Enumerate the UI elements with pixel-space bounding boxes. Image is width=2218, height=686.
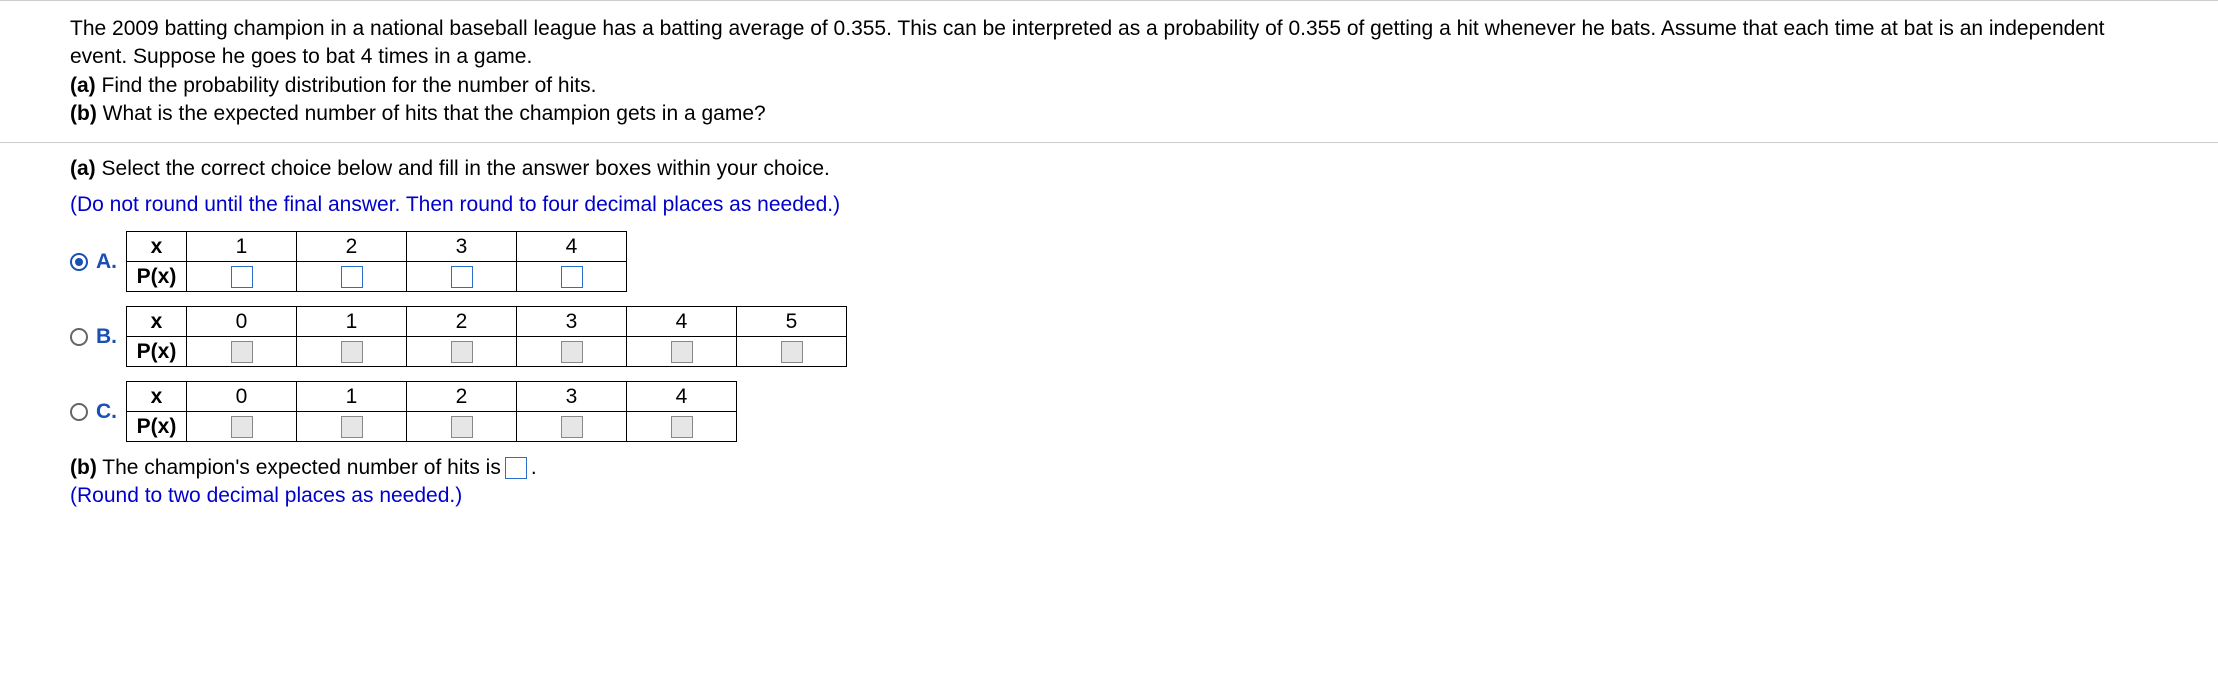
part-b-after: . — [531, 456, 537, 480]
x-value-cell: 2 — [407, 307, 517, 337]
radio-option-b[interactable]: B. — [70, 325, 126, 349]
x-value-cell: 1 — [297, 307, 407, 337]
distribution-table-c: x01234 P(x) — [126, 381, 737, 442]
probability-input — [561, 416, 583, 438]
px-input-cell — [297, 412, 407, 442]
question-intro: The 2009 batting champion in a national … — [70, 17, 2105, 68]
part-b-before: The champion's expected number of hits i… — [97, 456, 501, 479]
choice-row-c: C. x01234 P(x) — [70, 381, 2148, 442]
choice-letter: C. — [96, 400, 117, 424]
px-input-cell — [407, 412, 517, 442]
question-block: The 2009 batting champion in a national … — [70, 15, 2148, 128]
x-value-cell: 4 — [627, 382, 737, 412]
part-a-answer-label: (a) — [70, 157, 96, 180]
radio-dot-icon — [75, 258, 83, 266]
px-row-header: P(x) — [127, 337, 187, 367]
x-row-header: x — [127, 307, 187, 337]
px-input-cell — [737, 337, 847, 367]
probability-input — [231, 341, 253, 363]
x-value-cell: 0 — [187, 382, 297, 412]
part-b-desc: What is the expected number of hits that… — [97, 102, 766, 125]
px-input-cell — [407, 337, 517, 367]
px-input-cell — [187, 337, 297, 367]
probability-input — [781, 341, 803, 363]
part-b-bold: (b) — [70, 102, 97, 125]
x-row-header: x — [127, 382, 187, 412]
choice-row-b: B. x012345 P(x) — [70, 306, 2148, 367]
px-row-header: P(x) — [127, 412, 187, 442]
px-input-cell — [187, 262, 297, 292]
question-section: The 2009 batting champion in a national … — [0, 0, 2218, 142]
radio-option-c[interactable]: C. — [70, 400, 126, 424]
x-value-cell: 4 — [627, 307, 737, 337]
probability-input[interactable] — [561, 266, 583, 288]
px-input-cell — [297, 337, 407, 367]
x-row-header: x — [127, 232, 187, 262]
radio-circle-icon — [70, 253, 88, 271]
part-b-answer: (b) The champion's expected number of hi… — [70, 456, 2148, 480]
x-value-cell: 4 — [517, 232, 627, 262]
part-a-answer-text: Select the correct choice below and fill… — [96, 157, 830, 180]
part-a-header: (a) Select the correct choice below and … — [70, 157, 2148, 181]
probability-input[interactable] — [231, 266, 253, 288]
radio-circle-icon — [70, 328, 88, 346]
distribution-table-a: x1234 P(x) — [126, 231, 627, 292]
x-value-cell: 3 — [517, 307, 627, 337]
px-input-cell — [627, 412, 737, 442]
px-input-cell — [407, 262, 517, 292]
probability-input — [341, 341, 363, 363]
part-a-desc: Find the probability distribution for th… — [96, 74, 597, 97]
choice-row-a: A. x1234 P(x) — [70, 231, 2148, 292]
x-value-cell: 1 — [297, 382, 407, 412]
x-value-cell: 1 — [187, 232, 297, 262]
px-input-cell — [187, 412, 297, 442]
part-a-bold: (a) — [70, 74, 96, 97]
answer-section: (a) Select the correct choice below and … — [0, 142, 2218, 522]
probability-input — [671, 341, 693, 363]
probability-input — [451, 416, 473, 438]
part-b-round-note: (Round to two decimal places as needed.) — [70, 484, 2148, 508]
expected-hits-input[interactable] — [505, 457, 527, 479]
x-value-cell: 2 — [297, 232, 407, 262]
px-input-cell — [517, 262, 627, 292]
probability-input — [671, 416, 693, 438]
x-value-cell: 5 — [737, 307, 847, 337]
rounding-instruction: (Do not round until the final answer. Th… — [70, 193, 2148, 217]
px-row-header: P(x) — [127, 262, 187, 292]
distribution-table-b: x012345 P(x) — [126, 306, 847, 367]
x-value-cell: 3 — [517, 382, 627, 412]
radio-option-a[interactable]: A. — [70, 250, 126, 274]
px-input-cell — [627, 337, 737, 367]
probability-input — [231, 416, 253, 438]
px-input-cell — [297, 262, 407, 292]
px-input-cell — [517, 337, 627, 367]
radio-circle-icon — [70, 403, 88, 421]
probability-input[interactable] — [341, 266, 363, 288]
px-input-cell — [517, 412, 627, 442]
choice-letter: A. — [96, 250, 117, 274]
choice-letter: B. — [96, 325, 117, 349]
probability-input — [341, 416, 363, 438]
x-value-cell: 3 — [407, 232, 517, 262]
probability-input — [451, 341, 473, 363]
probability-input[interactable] — [451, 266, 473, 288]
part-b-answer-label: (b) — [70, 456, 97, 479]
x-value-cell: 0 — [187, 307, 297, 337]
probability-input — [561, 341, 583, 363]
x-value-cell: 2 — [407, 382, 517, 412]
